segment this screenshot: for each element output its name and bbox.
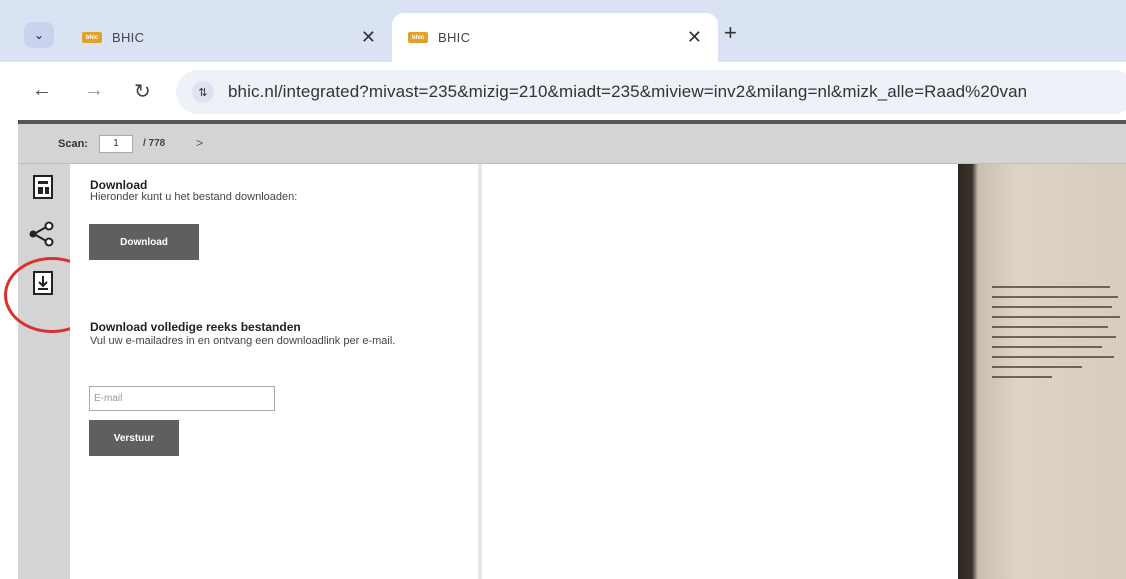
tab-title: BHIC [112,30,145,45]
url-text[interactable]: bhic.nl/integrated?mivast=235&mizig=210&… [228,82,1027,102]
download-panel: Download Hieronder kunt u het bestand do… [70,164,478,579]
email-input[interactable]: E-mail [89,386,275,411]
handwriting-line [992,326,1108,328]
tab-strip: ⌄ bhic BHIC ✕ bhic BHIC ✕ + [0,0,1126,62]
chevron-down-icon: ⌄ [33,28,45,42]
new-tab-button[interactable]: + [724,22,737,44]
scan-navigation: Scan: 1 / 778 > [18,124,1126,164]
handwriting-line [992,286,1110,288]
tab-active[interactable]: bhic BHIC ✕ [392,13,718,62]
handwriting-line [992,336,1116,338]
site-settings-icon[interactable]: ⇅ [192,81,214,103]
tab-title: BHIC [438,30,471,45]
send-button[interactable]: Verstuur [89,420,179,456]
handwriting-line [992,356,1114,358]
handwriting-line [992,316,1120,318]
share-icon[interactable] [28,220,54,247]
tab-inactive[interactable]: bhic BHIC ✕ [66,13,392,62]
browser-window: ⌄ bhic BHIC ✕ bhic BHIC ✕ + ← → ↻ ⇅ bhic… [0,0,1126,579]
series-description: Vul uw e-mailadres in en ontvang een dow… [90,335,396,347]
bhic-favicon-icon: bhic [82,32,102,43]
back-arrow-icon[interactable]: ← [32,79,52,102]
scan-label: Scan: [58,138,88,150]
viewer-sidebar [4,164,100,579]
forward-arrow-icon[interactable]: → [84,79,104,102]
address-bar[interactable]: ⇅ bhic.nl/integrated?mivast=235&mizig=21… [176,70,1126,114]
reload-icon[interactable]: ↻ [134,79,151,104]
handwriting-line [992,346,1102,348]
scan-number-input[interactable]: 1 [99,135,133,153]
handwriting-line [992,306,1112,308]
image-viewer[interactable] [482,164,958,579]
close-icon[interactable]: ✕ [361,27,376,48]
tab-search-button[interactable]: ⌄ [24,22,54,48]
download-heading: Download [90,178,148,192]
web-page: Scan: 1 / 778 > Download Hieronder kunt … [4,120,1126,579]
document-info-icon[interactable] [32,174,54,200]
bhic-favicon-icon: bhic [408,32,428,43]
close-icon[interactable]: ✕ [687,27,702,48]
series-heading: Download volledige reeks bestanden [90,320,301,334]
scan-total: / 778 [143,138,166,149]
download-button[interactable]: Download [89,224,199,260]
download-description: Hieronder kunt u het bestand downloaden: [90,191,298,203]
next-scan-button[interactable]: > [196,136,203,150]
address-toolbar: ← → ↻ ⇅ bhic.nl/integrated?mivast=235&mi… [0,62,1126,120]
archive-scan-image[interactable] [958,164,1126,579]
handwriting-line [992,366,1082,368]
handwriting-line [992,296,1118,298]
handwriting-line [992,376,1052,378]
